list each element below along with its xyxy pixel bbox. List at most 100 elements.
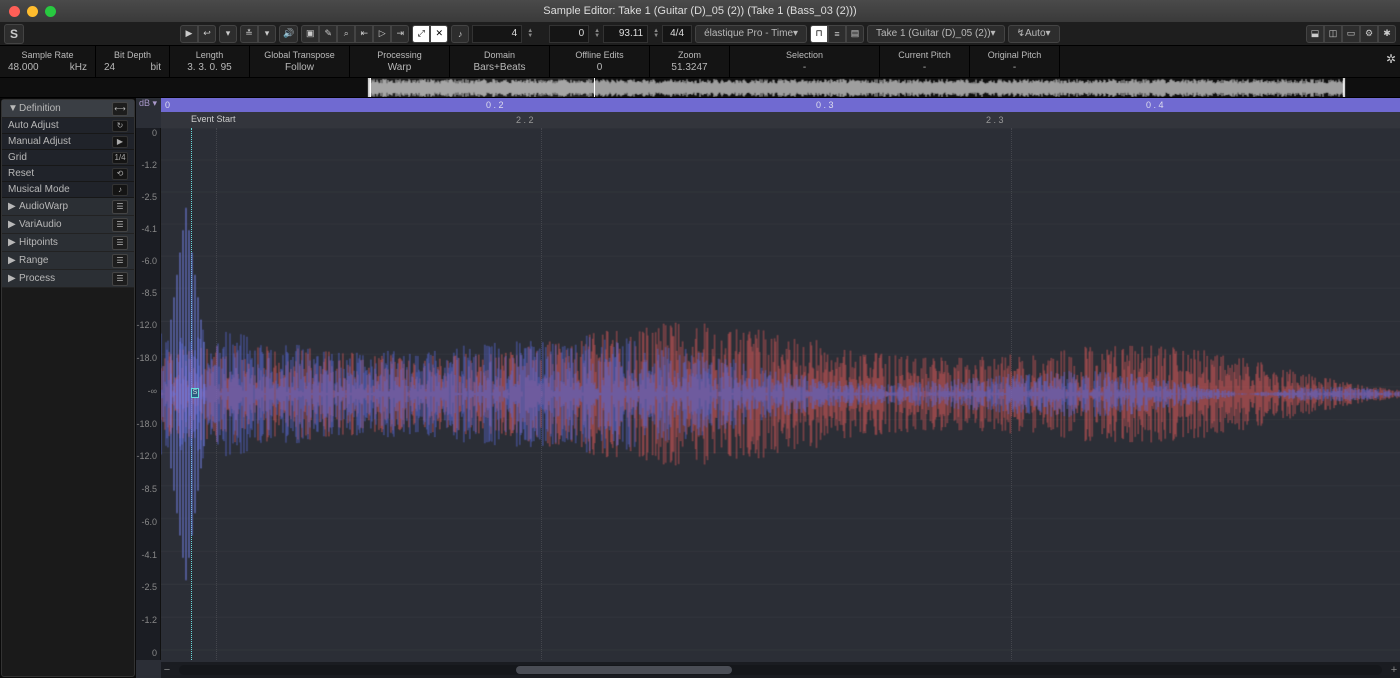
warp-reset-button[interactable]: ✕ bbox=[430, 25, 448, 43]
algorithm-select[interactable]: élastique Pro - Time▾ bbox=[695, 25, 807, 43]
definition-section[interactable]: ▼Definition⟷ bbox=[2, 100, 134, 118]
window-layout-2[interactable]: ◫ bbox=[1324, 25, 1342, 43]
length-value: 3. 3. 0. 95 bbox=[187, 62, 231, 73]
settings-button[interactable]: ⚙ bbox=[1360, 25, 1378, 43]
definition-icon[interactable]: ⟷ bbox=[112, 102, 128, 116]
scroll-track[interactable] bbox=[179, 665, 1382, 675]
velocity-value[interactable]: 0 bbox=[549, 25, 589, 43]
waveform-editor: dB ▾ 00 . 20 . 30 . 4 Event Start2 . 22 … bbox=[136, 98, 1400, 678]
section-audiowarp[interactable]: ▶AudioWarp☰ bbox=[2, 198, 134, 216]
selection-label: Selection bbox=[738, 50, 871, 60]
tempo-value[interactable]: 93.11 bbox=[603, 25, 648, 43]
window-layout-1[interactable]: ⬓ bbox=[1306, 25, 1324, 43]
overview-waveform[interactable] bbox=[0, 78, 1400, 98]
time-signature[interactable]: 4/4 bbox=[662, 25, 692, 43]
ruler-tick: 0 . 3 bbox=[816, 100, 834, 110]
item-icon[interactable]: ⟲ bbox=[112, 168, 128, 180]
bars-ruler[interactable]: Event Start2 . 22 . 3 bbox=[161, 112, 1400, 128]
db-mark: -18.0 bbox=[136, 419, 157, 429]
bit-depth-value: 24 bbox=[104, 62, 115, 73]
db-header[interactable]: dB ▾ bbox=[136, 98, 157, 110]
offline-edits-value: 0 bbox=[597, 62, 603, 73]
ruler-tick: 0 . 4 bbox=[1146, 100, 1164, 110]
zoom-tool[interactable]: ⌕ bbox=[337, 25, 355, 43]
play-tool[interactable]: ▷ bbox=[373, 25, 391, 43]
show-range-button[interactable]: ▤ bbox=[846, 25, 864, 43]
inspector-sidebar: ▼Definition⟷ Auto Adjust↻Manual Adjust▶G… bbox=[1, 99, 135, 677]
transport-menu[interactable]: ▾ bbox=[219, 25, 237, 43]
note-button[interactable]: ♪ bbox=[451, 25, 469, 43]
section-icon[interactable]: ☰ bbox=[112, 272, 128, 286]
section-hitpoints[interactable]: ▶Hitpoints☰ bbox=[2, 234, 134, 252]
horizontal-scrollbar[interactable]: − + bbox=[161, 662, 1400, 678]
original-pitch-label: Original Pitch bbox=[978, 50, 1051, 60]
time-ruler[interactable]: 00 . 20 . 30 . 4 bbox=[161, 98, 1400, 112]
current-pitch-label: Current Pitch bbox=[888, 50, 961, 60]
scrub-tool[interactable]: ⇥ bbox=[391, 25, 409, 43]
snap-group: ≛ ▾ bbox=[240, 25, 276, 43]
snap-menu[interactable]: ▾ bbox=[258, 25, 276, 43]
zoom-in-icon[interactable]: + bbox=[1388, 664, 1400, 676]
db-mark: -8.5 bbox=[141, 288, 157, 298]
range-tool[interactable]: ⇤ bbox=[355, 25, 373, 43]
definition-item-4[interactable]: Musical Mode ♪ bbox=[2, 182, 134, 198]
zoom-out-icon[interactable]: − bbox=[161, 664, 173, 676]
item-icon[interactable]: ▶ bbox=[112, 136, 128, 148]
bars-tick: 2 . 2 bbox=[516, 115, 534, 125]
overview-selection[interactable] bbox=[370, 78, 595, 97]
zoom-value: 51.3247 bbox=[671, 62, 707, 73]
autoscroll-button[interactable]: ↯ Auto ▾ bbox=[1008, 25, 1060, 43]
definition-item-1[interactable]: Manual Adjust▶ bbox=[2, 134, 134, 150]
erase-tool[interactable]: ✎ bbox=[319, 25, 337, 43]
db-mark: 0 bbox=[152, 648, 157, 658]
scroll-thumb[interactable] bbox=[516, 666, 733, 674]
item-label: Musical Mode bbox=[8, 184, 70, 195]
waveform-display[interactable]: S bbox=[161, 128, 1400, 660]
section-process[interactable]: ▶Process☰ bbox=[2, 270, 134, 288]
bit-depth-unit: bit bbox=[150, 62, 161, 73]
section-icon[interactable]: ☰ bbox=[112, 236, 128, 250]
definition-item-2[interactable]: Grid 1/4 bbox=[2, 150, 134, 166]
section-label: AudioWarp bbox=[19, 201, 68, 212]
clip-label: Take 1 (Guitar (D)_05 (2)) bbox=[876, 28, 990, 39]
processing-value: Warp bbox=[388, 62, 412, 73]
auto-label: Auto bbox=[1025, 28, 1046, 39]
transport-group: ▶ ↩ bbox=[180, 25, 216, 43]
item-icon[interactable]: 1/4 bbox=[112, 152, 128, 164]
db-mark: -6.0 bbox=[141, 256, 157, 266]
show-audio-button[interactable]: ⊓ bbox=[810, 25, 828, 43]
item-icon[interactable]: ↻ bbox=[112, 120, 128, 132]
item-icon[interactable]: ♪ bbox=[112, 184, 128, 196]
loop-button[interactable]: ↩ bbox=[198, 25, 216, 43]
clip-select[interactable]: Take 1 (Guitar (D)_05 (2))▾ bbox=[867, 25, 1005, 43]
section-icon[interactable]: ☰ bbox=[112, 254, 128, 268]
solo-editor-button[interactable]: S bbox=[4, 24, 24, 44]
db-mark: 0 bbox=[152, 128, 157, 138]
section-range[interactable]: ▶Range☰ bbox=[2, 252, 134, 270]
item-label: Grid bbox=[8, 152, 27, 163]
ruler-tick: 0 bbox=[165, 100, 170, 110]
snap-point-marker[interactable]: S bbox=[191, 388, 199, 398]
section-icon[interactable]: ☰ bbox=[112, 200, 128, 214]
window-layout-3[interactable]: ▭ bbox=[1342, 25, 1360, 43]
setup-button[interactable]: ✱ bbox=[1378, 25, 1396, 43]
definition-item-0[interactable]: Auto Adjust↻ bbox=[2, 118, 134, 134]
global-transpose-value: Follow bbox=[285, 62, 314, 73]
stepper-icon[interactable]: ▲▼ bbox=[594, 29, 600, 39]
show-regions-button[interactable]: ≡ bbox=[828, 25, 846, 43]
item-label: Reset bbox=[8, 168, 34, 179]
info-settings-icon[interactable]: ✲ bbox=[1386, 52, 1396, 66]
play-button[interactable]: ▶ bbox=[180, 25, 198, 43]
offline-edits-label: Offline Edits bbox=[558, 50, 641, 60]
definition-item-3[interactable]: Reset ⟲ bbox=[2, 166, 134, 182]
section-icon[interactable]: ☰ bbox=[112, 218, 128, 232]
quantize-value[interactable]: 4 bbox=[472, 25, 522, 43]
db-mark: -1.2 bbox=[141, 615, 157, 625]
free-warp-button[interactable]: ⤢ bbox=[412, 25, 430, 43]
stepper-icon[interactable]: ▲▼ bbox=[527, 29, 533, 39]
section-variaudio[interactable]: ▶VariAudio☰ bbox=[2, 216, 134, 234]
draw-tool[interactable]: ▣ bbox=[301, 25, 319, 43]
audition-button[interactable]: 🔊 bbox=[279, 25, 298, 43]
stepper-icon[interactable]: ▲▼ bbox=[653, 29, 659, 39]
snap-button[interactable]: ≛ bbox=[240, 25, 258, 43]
